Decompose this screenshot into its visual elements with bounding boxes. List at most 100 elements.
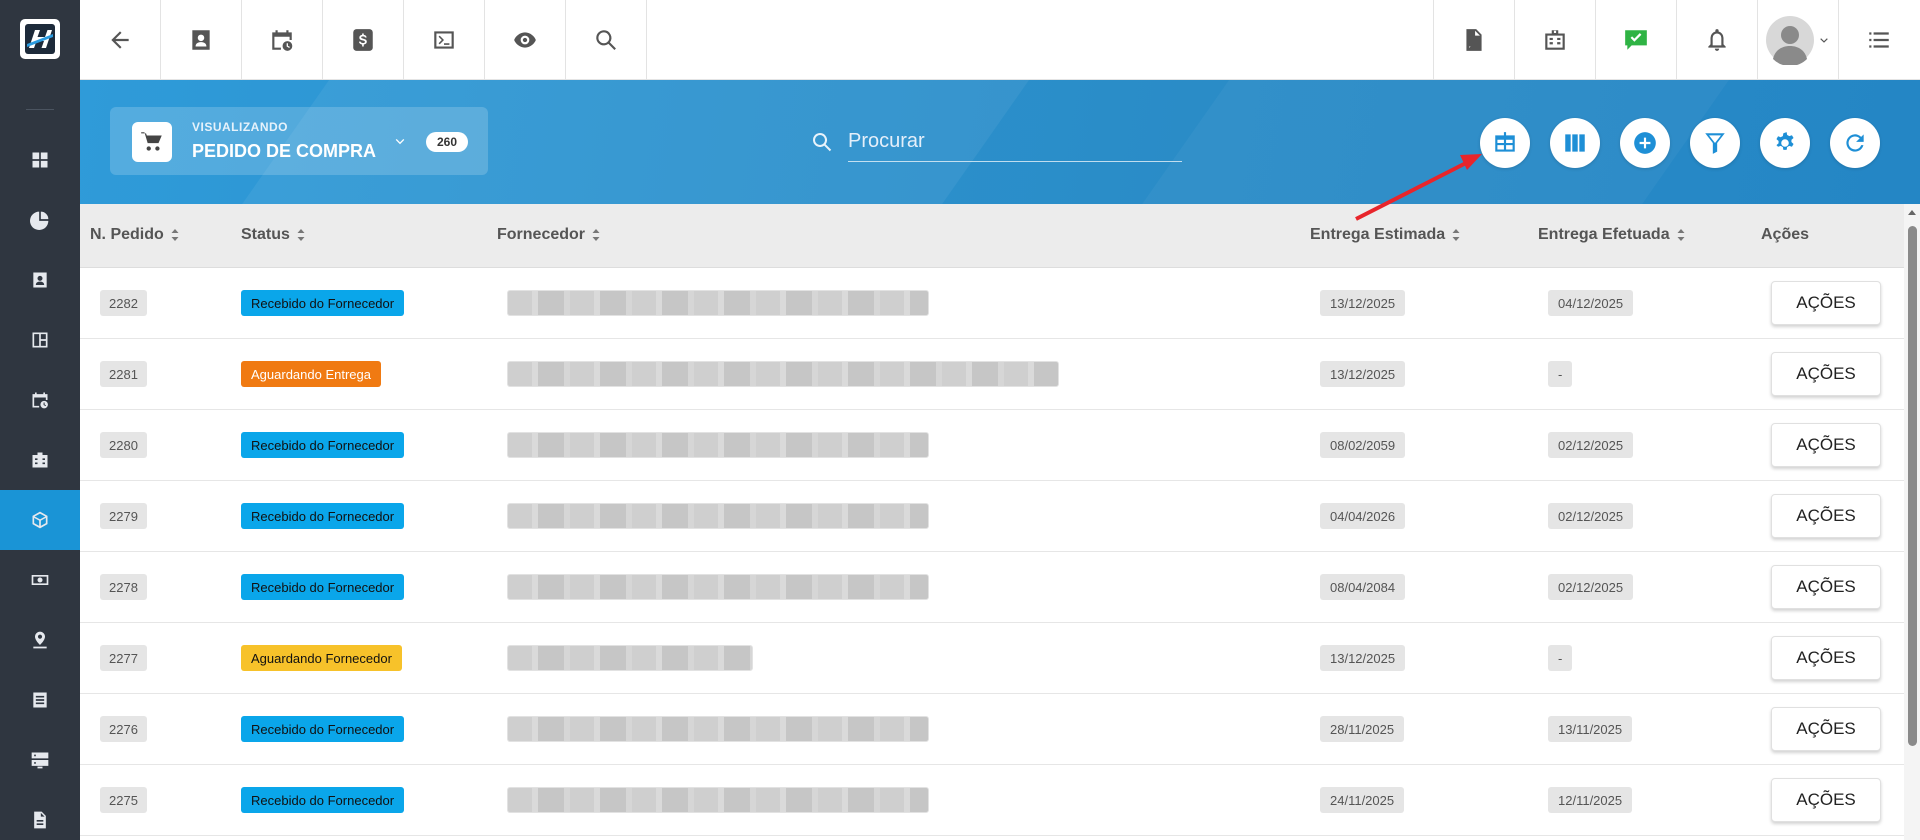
- location-pin-icon: [33, 631, 47, 649]
- actions-button[interactable]: AÇÕES: [1771, 778, 1881, 822]
- column-header-id[interactable]: N. Pedido: [90, 226, 180, 244]
- main-menu-button[interactable]: [1839, 0, 1919, 80]
- actual-delivery-date: -: [1548, 361, 1573, 387]
- view-button[interactable]: [485, 0, 565, 80]
- sort-icon: [1452, 229, 1460, 241]
- order-number[interactable]: 2280: [100, 432, 147, 458]
- filter-icon: [1705, 133, 1725, 154]
- columns-button[interactable]: [1550, 118, 1600, 168]
- actions-button[interactable]: AÇÕES: [1771, 636, 1881, 680]
- sidebar-item-dashboard[interactable]: [0, 130, 80, 190]
- order-number[interactable]: 2281: [100, 361, 147, 387]
- scrollbar-thumb[interactable]: [1908, 226, 1917, 746]
- order-number[interactable]: 2282: [100, 290, 147, 316]
- sidebar-item-finance[interactable]: [0, 550, 80, 610]
- sidebar-item-documents[interactable]: [0, 790, 80, 840]
- table-layout-button[interactable]: [1480, 118, 1530, 168]
- sidebar-item-lists[interactable]: [0, 670, 80, 730]
- table-row[interactable]: 2279 Recebido do Fornecedor 04/04/2026 02/1…: [80, 481, 1904, 552]
- supplier-name-redacted: [507, 574, 929, 600]
- sidebar-item-contacts[interactable]: [0, 250, 80, 310]
- column-label: Status: [241, 226, 290, 243]
- sort-icon: [592, 229, 600, 241]
- view-caption: VISUALIZANDO: [192, 120, 288, 134]
- contact-card-icon: [33, 272, 47, 288]
- back-button[interactable]: [80, 0, 160, 80]
- companies-button[interactable]: [1515, 0, 1595, 80]
- column-header-estimated-delivery[interactable]: Entrega Estimada: [1310, 226, 1461, 244]
- box-icon: [32, 511, 48, 529]
- schedule-button[interactable]: [242, 0, 322, 80]
- actions-button[interactable]: AÇÕES: [1771, 494, 1881, 538]
- cart-badge: [132, 122, 172, 162]
- dollar-icon: [353, 29, 373, 51]
- refresh-button[interactable]: [1830, 118, 1880, 168]
- sidebar-item-board[interactable]: [0, 310, 80, 370]
- server-icon: [31, 752, 49, 769]
- table-row[interactable]: 2276 Recebido do Fornecedor 28/11/2025 13/1…: [80, 694, 1904, 765]
- table-row[interactable]: 2280 Recebido do Fornecedor 08/02/2059 02/1…: [80, 410, 1904, 481]
- supplier-name-redacted: [507, 716, 929, 742]
- building-icon: [32, 452, 48, 468]
- terminal-button[interactable]: [404, 0, 484, 80]
- sort-icon: [171, 229, 179, 241]
- vertical-scrollbar[interactable]: [1904, 204, 1920, 840]
- column-header-supplier[interactable]: Fornecedor: [497, 226, 601, 244]
- supplier-name-redacted: [507, 787, 929, 813]
- view-dropdown-toggle[interactable]: [392, 133, 408, 149]
- filter-button[interactable]: [1690, 118, 1740, 168]
- actions-button[interactable]: AÇÕES: [1771, 281, 1881, 325]
- table-row[interactable]: 2281 Aguardando Entrega 13/12/2025 - AÇÕES: [80, 339, 1904, 410]
- order-number[interactable]: 2276: [100, 716, 147, 742]
- order-number[interactable]: 2279: [100, 503, 147, 529]
- status-badge: Recebido do Fornecedor: [241, 432, 405, 458]
- column-header-actual-delivery[interactable]: Entrega Efetuada: [1538, 226, 1686, 244]
- table-row[interactable]: 2282 Recebido do Fornecedor 13/12/2025 04/1…: [80, 268, 1904, 339]
- columns-icon: [1565, 134, 1585, 152]
- sidebar-item-purchases[interactable]: [0, 490, 80, 550]
- global-search-button[interactable]: [566, 0, 646, 80]
- pdf-icon: [1466, 29, 1482, 51]
- estimated-delivery-date: 13/12/2025: [1320, 361, 1406, 387]
- actions-button[interactable]: AÇÕES: [1771, 423, 1881, 467]
- finance-button[interactable]: [323, 0, 403, 80]
- search-input[interactable]: [848, 122, 1182, 162]
- actual-delivery-date: 04/12/2025: [1548, 290, 1634, 316]
- sidebar-item-locations[interactable]: [0, 610, 80, 670]
- actions-button[interactable]: AÇÕES: [1771, 352, 1881, 396]
- sidebar-item-servers[interactable]: [0, 730, 80, 790]
- view-selector[interactable]: VISUALIZANDO PEDIDO DE COMPRA 260: [110, 107, 488, 175]
- column-header-status[interactable]: Status: [241, 226, 306, 244]
- order-number[interactable]: 2277: [100, 645, 147, 671]
- sidebar-item-reports[interactable]: [0, 190, 80, 250]
- app-logo[interactable]: [20, 19, 60, 59]
- estimated-delivery-date: 13/12/2025: [1320, 645, 1406, 671]
- sidebar-item-companies[interactable]: [0, 430, 80, 490]
- estimated-delivery-date: 08/02/2059: [1320, 432, 1406, 458]
- contacts-button[interactable]: [161, 0, 241, 80]
- notifications-button[interactable]: [1677, 0, 1757, 80]
- chevron-down-icon: [395, 139, 405, 145]
- actions-button[interactable]: AÇÕES: [1771, 565, 1881, 609]
- supplier-name-redacted: [507, 645, 753, 671]
- board-icon: [32, 332, 48, 348]
- refresh-icon: [1846, 134, 1864, 152]
- supplier-name-redacted: [507, 361, 1059, 387]
- user-menu-button[interactable]: [1758, 0, 1838, 80]
- settings-button[interactable]: [1760, 118, 1810, 168]
- sidebar-item-schedule[interactable]: [0, 370, 80, 430]
- order-number[interactable]: 2278: [100, 574, 147, 600]
- menu-icon: [1869, 32, 1889, 48]
- table-row[interactable]: 2278 Recebido do Fornecedor 08/04/2084 02/1…: [80, 552, 1904, 623]
- column-label: Fornecedor: [497, 226, 586, 243]
- add-button[interactable]: [1620, 118, 1670, 168]
- tasks-button[interactable]: [1596, 0, 1676, 80]
- table-row[interactable]: 2277 Aguardando Fornecedor 13/12/2025 - AÇÕE…: [80, 623, 1904, 694]
- pdf-button[interactable]: [1434, 0, 1514, 80]
- order-number[interactable]: 2275: [100, 787, 147, 813]
- status-badge: Recebido do Fornecedor: [241, 574, 405, 600]
- actions-button[interactable]: AÇÕES: [1771, 707, 1881, 751]
- gear-icon: [1776, 132, 1794, 150]
- estimated-delivery-date: 08/04/2084: [1320, 574, 1406, 600]
- table-row[interactable]: 2275 Recebido do Fornecedor 24/11/2025 12/1…: [80, 765, 1904, 836]
